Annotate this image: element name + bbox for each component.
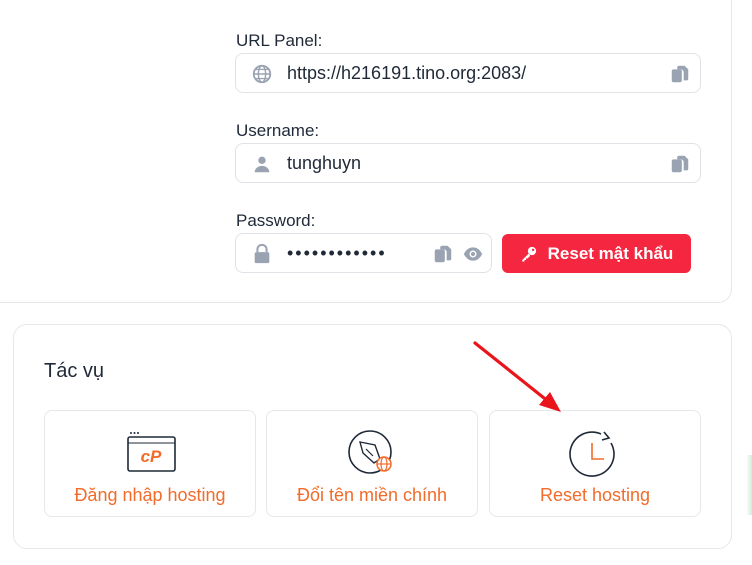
eye-icon[interactable] bbox=[463, 244, 483, 264]
task-change-domain-label: Đổi tên miền chính bbox=[296, 485, 448, 505]
username-field[interactable]: tunghuyn bbox=[235, 143, 701, 183]
globe-icon bbox=[252, 64, 272, 84]
url-panel-value: https://h216191.tino.org:2083/ bbox=[287, 63, 527, 83]
url-panel-field[interactable]: https://h216191.tino.org:2083/ bbox=[235, 53, 701, 93]
password-value: •••••••••••• bbox=[287, 243, 387, 263]
copy-icon[interactable] bbox=[669, 63, 691, 85]
cpanel-icon: cP bbox=[127, 432, 176, 472]
key-icon bbox=[521, 246, 536, 261]
task-change-domain[interactable]: Đổi tên miền chính bbox=[266, 410, 478, 517]
task-reset-hosting[interactable]: Reset hosting bbox=[489, 410, 701, 517]
lock-icon bbox=[254, 243, 270, 264]
rocket-globe-icon bbox=[348, 430, 392, 474]
url-panel-label: URL Panel: bbox=[236, 31, 323, 50]
user-icon bbox=[254, 156, 270, 173]
edge-decoration bbox=[746, 455, 752, 515]
copy-icon[interactable] bbox=[432, 243, 454, 265]
task-login-hosting-label: Đăng nhập hosting bbox=[74, 485, 226, 505]
password-field[interactable]: •••••••••••• bbox=[235, 233, 492, 273]
reset-password-button[interactable]: Reset mật khẩu bbox=[502, 234, 691, 273]
clock-reset-icon bbox=[569, 431, 615, 477]
svg-text:cP: cP bbox=[141, 447, 162, 466]
reset-password-label: Reset mật khẩu bbox=[547, 243, 674, 263]
tasks-title: Tác vụ bbox=[44, 360, 105, 382]
task-login-hosting[interactable]: cP Đăng nhập hosting bbox=[44, 410, 256, 517]
password-label: Password: bbox=[236, 211, 316, 230]
copy-icon[interactable] bbox=[669, 153, 691, 175]
username-value: tunghuyn bbox=[287, 153, 362, 173]
task-reset-hosting-label: Reset hosting bbox=[539, 485, 651, 505]
username-label: Username: bbox=[236, 121, 320, 140]
